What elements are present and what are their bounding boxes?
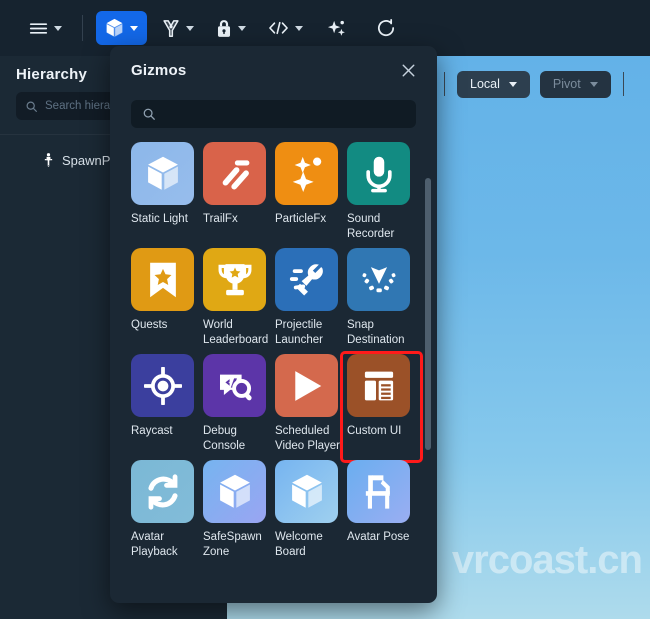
gizmos-popup: Gizmos Static Light TrailFx [110, 46, 437, 603]
search-icon [142, 107, 156, 121]
gizmo-item-scheduled-video-player[interactable]: Scheduled Video Player [275, 354, 345, 460]
snap-arrow-icon [347, 248, 410, 311]
chevron-down-icon [295, 26, 303, 31]
gizmo-item-debug-console[interactable]: Debug Console [203, 354, 273, 460]
cube-icon [275, 460, 338, 523]
gizmos-grid: Static Light TrailFx ParticleFx Sound Re… [131, 142, 417, 566]
gizmo-item-world-leaderboard[interactable]: World Leaderboard [203, 248, 273, 354]
pivot-mode-label: Pivot [553, 77, 581, 91]
gizmo-item-label: Quests [131, 318, 198, 333]
divider [82, 15, 83, 41]
trophy-icon [203, 248, 266, 311]
chevron-down-icon [54, 26, 62, 31]
refresh-button[interactable] [369, 11, 403, 45]
cube-icon [105, 18, 124, 38]
gizmo-item-projectile-launcher[interactable]: Projectile Launcher [275, 248, 345, 354]
star-banner-icon [131, 248, 194, 311]
cube-icon [131, 142, 194, 205]
divider [444, 72, 445, 96]
sync-icon [131, 460, 194, 523]
gizmo-item-label: World Leaderboard [203, 318, 270, 348]
gizmo-item-particlefx[interactable]: ParticleFx [275, 142, 345, 248]
gizmo-item-sound-recorder[interactable]: Sound Recorder [347, 142, 417, 248]
gizmo-item-label: Raycast [131, 424, 198, 439]
gizmos-popup-header: Gizmos [110, 46, 437, 94]
effects-button[interactable] [320, 11, 353, 45]
gizmo-item-label: Avatar Playback [131, 530, 198, 560]
layout-panel-icon [347, 354, 410, 417]
search-icon [25, 100, 38, 113]
gizmo-item-raycast[interactable]: Raycast [131, 354, 201, 460]
wrench-speed-icon [275, 248, 338, 311]
gizmo-item-label: Sound Recorder [347, 212, 414, 242]
gizmo-item-custom-ui[interactable]: Custom UI [343, 354, 420, 460]
gizmo-item-label: Snap Destination [347, 318, 414, 348]
lock-button[interactable] [209, 11, 253, 45]
chevron-down-icon [186, 26, 194, 31]
chevron-down-icon [130, 26, 138, 31]
space-mode-label: Local [470, 77, 500, 91]
gizmos-scrollbar[interactable] [425, 178, 431, 450]
code-search-icon [203, 354, 266, 417]
crosshair-icon [131, 354, 194, 417]
gizmo-item-static-light[interactable]: Static Light [131, 142, 201, 248]
close-icon[interactable] [397, 59, 419, 81]
divider [623, 72, 624, 96]
refresh-icon [376, 18, 396, 38]
gizmo-item-avatar-playback[interactable]: Avatar Playback [131, 460, 201, 566]
build-button[interactable] [155, 11, 201, 45]
gizmo-item-avatar-pose[interactable]: Avatar Pose [347, 460, 417, 566]
gizmos-title: Gizmos [131, 62, 186, 79]
gizmo-item-welcome-board[interactable]: Welcome Board [275, 460, 345, 566]
gizmos-grid-scroll[interactable]: Static Light TrailFx ParticleFx Sound Re… [110, 142, 437, 603]
chair-icon [347, 460, 410, 523]
chevron-down-icon [590, 82, 598, 87]
gizmo-item-label: TrailFx [203, 212, 270, 227]
play-icon [275, 354, 338, 417]
gizmo-item-label: Scheduled Video Player [275, 424, 342, 454]
gizmo-item-quests[interactable]: Quests [131, 248, 201, 354]
sparkle-icon [327, 19, 346, 38]
gizmos-search-field[interactable] [131, 100, 416, 128]
sparkles-icon [275, 142, 338, 205]
code-icon [268, 20, 289, 36]
gizmos-search-container [110, 94, 437, 142]
gizmo-item-label: Custom UI [347, 424, 414, 439]
gizmo-item-label: Static Light [131, 212, 198, 227]
gizmo-item-safespawn-zone[interactable]: SafeSpawn Zone [203, 460, 273, 566]
chevron-down-icon [509, 82, 517, 87]
person-pin-icon [42, 153, 55, 167]
pivot-mode-dropdown[interactable]: Pivot [540, 71, 611, 98]
gizmo-item-label: ParticleFx [275, 212, 342, 227]
gizmo-item-label: Projectile Launcher [275, 318, 342, 348]
nodes-icon [162, 19, 180, 38]
hamburger-icon [29, 21, 48, 36]
gizmo-item-label: SafeSpawn Zone [203, 530, 270, 560]
gizmo-item-trailfx[interactable]: TrailFx [203, 142, 273, 248]
gizmo-item-label: Debug Console [203, 424, 270, 454]
menu-button[interactable] [22, 11, 69, 45]
cube-icon [203, 460, 266, 523]
scripts-button[interactable] [261, 11, 310, 45]
microphone-icon [347, 142, 410, 205]
lock-icon [216, 19, 232, 38]
trail-icon [203, 142, 266, 205]
space-mode-dropdown[interactable]: Local [457, 71, 530, 98]
gizmos-button[interactable] [96, 11, 147, 45]
gizmo-item-label: Avatar Pose [347, 530, 414, 545]
chevron-down-icon [238, 26, 246, 31]
gizmo-item-label: Welcome Board [275, 530, 342, 560]
gizmos-search-input[interactable] [164, 106, 405, 122]
gizmo-item-snap-destination[interactable]: Snap Destination [347, 248, 417, 354]
watermark-text: vrcoast.cn [452, 538, 642, 583]
